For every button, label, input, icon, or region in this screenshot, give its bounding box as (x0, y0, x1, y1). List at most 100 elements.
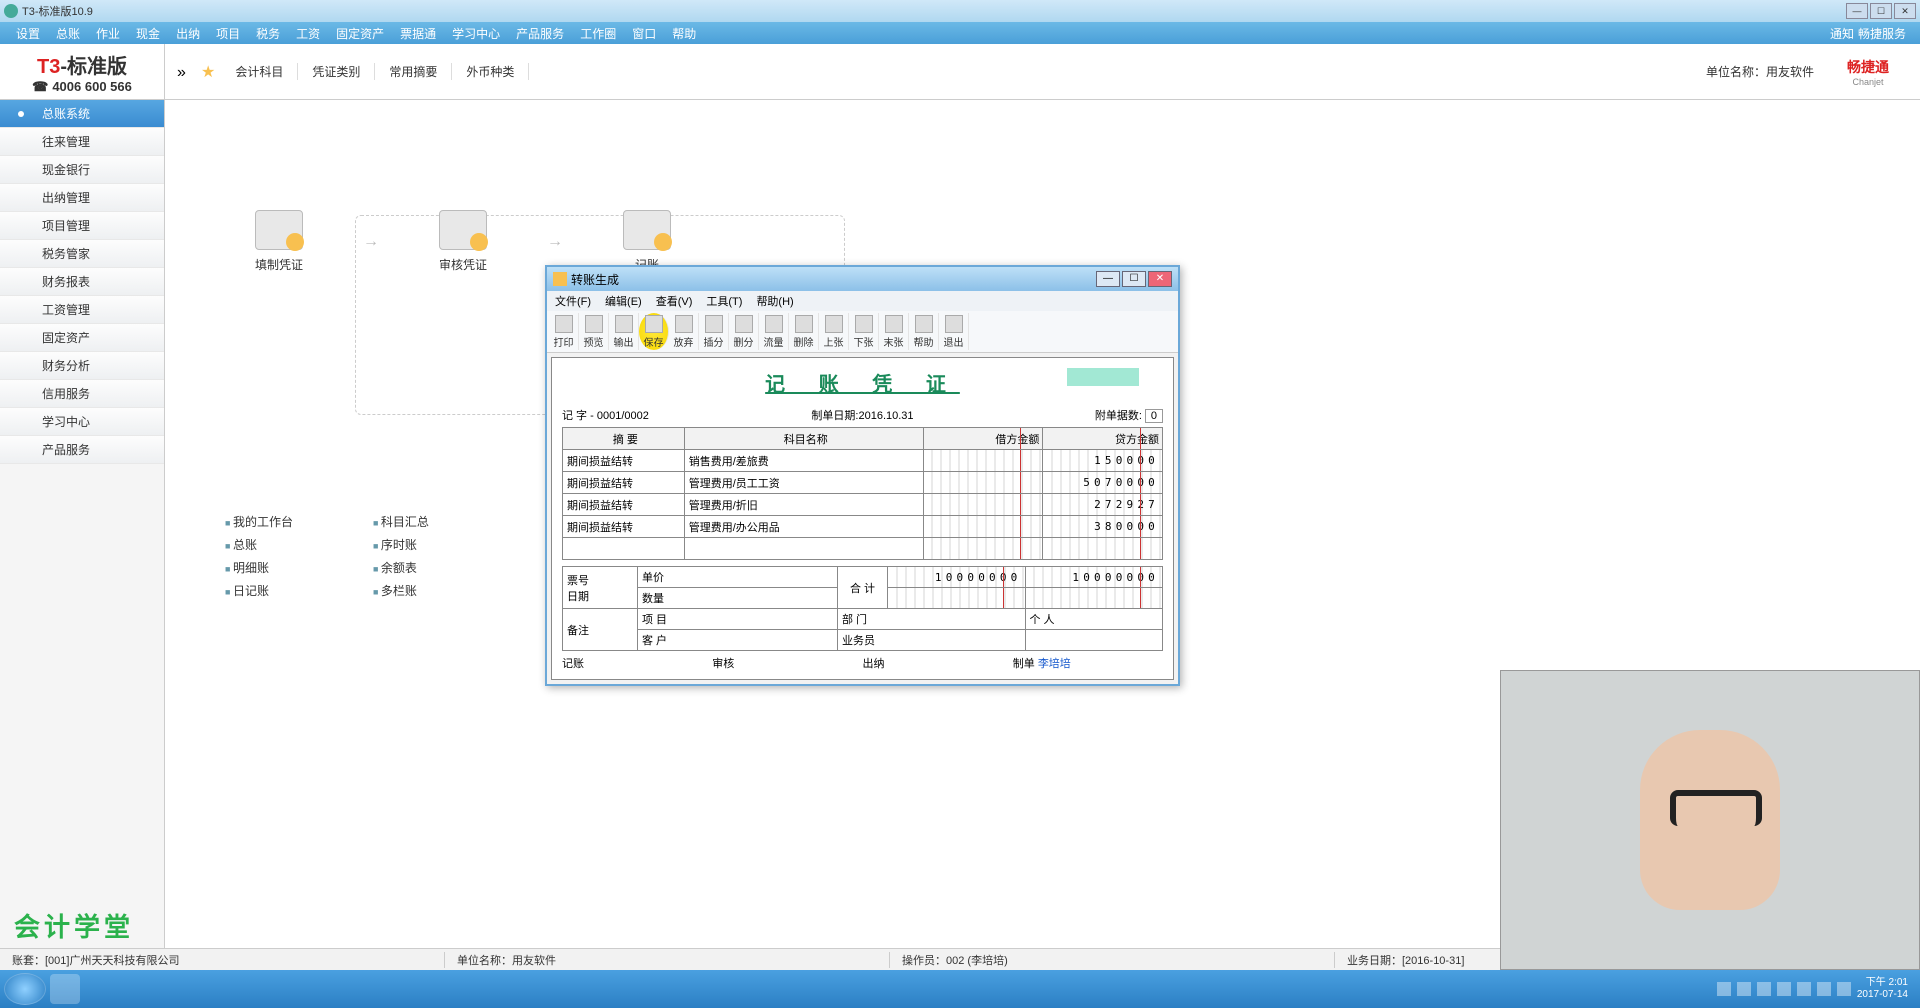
table-row[interactable]: 期间损益结转销售费用/差旅费150000 (563, 450, 1163, 472)
sidebar-item-general-ledger[interactable]: 总账系统 (0, 100, 164, 128)
tray-icon[interactable] (1797, 982, 1811, 996)
sidebar-item[interactable]: 现金银行 (0, 156, 164, 184)
undo-icon (675, 315, 693, 333)
menu-item[interactable]: 窗口 (624, 25, 664, 42)
menu-item[interactable]: 总账 (48, 25, 88, 42)
table-row[interactable]: 期间损益结转管理费用/办公用品380000 (563, 516, 1163, 538)
table-row[interactable] (563, 538, 1163, 560)
dialog-menu-item[interactable]: 查看(V) (656, 293, 693, 309)
menu-item[interactable]: 固定资产 (328, 25, 392, 42)
save-button[interactable]: 保存 (639, 313, 669, 350)
dialog-close-button[interactable]: ✕ (1148, 271, 1172, 287)
start-button[interactable] (4, 973, 46, 1005)
next-button[interactable]: 下张 (849, 313, 879, 350)
brand-logo: 畅捷通 Chanjet (1828, 57, 1908, 87)
menu-item[interactable]: 票据通 (392, 25, 444, 42)
sidebar-item[interactable]: 学习中心 (0, 408, 164, 436)
menu-item[interactable]: 工作圈 (572, 25, 624, 42)
maximize-button[interactable]: ☐ (1870, 3, 1892, 19)
last-button[interactable]: 末张 (879, 313, 909, 350)
sidebar-item[interactable]: 项目管理 (0, 212, 164, 240)
ticket-label: 票号 (567, 575, 589, 587)
menu-item[interactable]: 帮助 (664, 25, 704, 42)
tray-icon[interactable] (1737, 982, 1751, 996)
tab-item[interactable]: 凭证类别 (298, 63, 375, 80)
menu-item[interactable]: 设置 (8, 25, 48, 42)
star-icon[interactable]: ★ (201, 62, 215, 82)
help-button[interactable]: 帮助 (909, 313, 939, 350)
insert-row-button[interactable]: 插分 (699, 313, 729, 350)
voucher-date: 2016.10.31 (858, 410, 913, 422)
notice-link[interactable]: 通知 (1830, 25, 1854, 42)
dialog-titlebar[interactable]: 转账生成 — ☐ ✕ (547, 267, 1178, 291)
sidebar-item[interactable]: 工资管理 (0, 296, 164, 324)
link-item[interactable]: 科目汇总 (373, 510, 429, 533)
sidebar-item[interactable]: 固定资产 (0, 324, 164, 352)
link-columns: 我的工作台 总账 明细账 日记账 科目汇总 序时账 余额表 多栏账 (225, 510, 429, 602)
link-item[interactable]: 日记账 (225, 579, 293, 602)
table-row[interactable]: 期间损益结转管理费用/员工工资5070000 (563, 472, 1163, 494)
attach-count-input[interactable] (1145, 409, 1163, 423)
sidebar-item[interactable]: 出纳管理 (0, 184, 164, 212)
sig-book: 记账 (562, 655, 712, 671)
menu-item[interactable]: 作业 (88, 25, 128, 42)
tray-icon[interactable] (1757, 982, 1771, 996)
delete-button[interactable]: 删除 (789, 313, 819, 350)
link-item[interactable]: 序时账 (373, 533, 429, 556)
taskbar-app-icon[interactable] (50, 974, 80, 1004)
favorites-icon[interactable]: » (177, 64, 193, 80)
delete-row-button[interactable]: 删分 (729, 313, 759, 350)
flow-book[interactable]: 记账 (623, 210, 671, 273)
exit-button[interactable]: 退出 (939, 313, 969, 350)
tab-item[interactable]: 外币种类 (452, 63, 529, 80)
dialog-menu-item[interactable]: 工具(T) (706, 293, 742, 309)
menubar-right: 通知 畅捷服务 (1824, 25, 1912, 42)
menu-item[interactable]: 现金 (128, 25, 168, 42)
link-item[interactable]: 余额表 (373, 556, 429, 579)
export-button[interactable]: 输出 (609, 313, 639, 350)
cancel-button[interactable]: 放弃 (669, 313, 699, 350)
menu-item[interactable]: 税务 (248, 25, 288, 42)
dialog-menu-item[interactable]: 编辑(E) (605, 293, 642, 309)
qty-label: 数量 (642, 593, 664, 605)
tab-item[interactable]: 会计科目 (221, 63, 298, 80)
menu-item[interactable]: 学习中心 (444, 25, 508, 42)
link-item[interactable]: 总账 (225, 533, 293, 556)
preview-button[interactable]: 预览 (579, 313, 609, 350)
menu-item[interactable]: 工资 (288, 25, 328, 42)
menu-item[interactable]: 产品服务 (508, 25, 572, 42)
app-titlebar: T3-标准版10.9 — ☐ ✕ (0, 0, 1920, 22)
tray-icon[interactable] (1717, 982, 1731, 996)
dialog-maximize-button[interactable]: ☐ (1122, 271, 1146, 287)
sidebar-item[interactable]: 税务管家 (0, 240, 164, 268)
link-item[interactable]: 明细账 (225, 556, 293, 579)
sidebar-item[interactable]: 财务分析 (0, 352, 164, 380)
flow-create-voucher[interactable]: 填制凭证 (255, 210, 303, 273)
print-button[interactable]: 打印 (549, 313, 579, 350)
sidebar-item[interactable]: 产品服务 (0, 436, 164, 464)
table-row[interactable]: 期间损益结转管理费用/折旧272927 (563, 494, 1163, 516)
flow-button[interactable]: 流量 (759, 313, 789, 350)
dialog-minimize-button[interactable]: — (1096, 271, 1120, 287)
taskbar-clock[interactable]: 下午 2:01 2017-07-14 (1857, 977, 1908, 1001)
tray-icon[interactable] (1837, 982, 1851, 996)
dialog-menu-item[interactable]: 文件(F) (555, 293, 591, 309)
close-button[interactable]: ✕ (1894, 3, 1916, 19)
menu-item[interactable]: 出纳 (168, 25, 208, 42)
minimize-button[interactable]: — (1846, 3, 1868, 19)
tray-icon[interactable] (1777, 982, 1791, 996)
sidebar-item[interactable]: 往来管理 (0, 128, 164, 156)
menu-item[interactable]: 项目 (208, 25, 248, 42)
link-item[interactable]: 我的工作台 (225, 510, 293, 533)
tray-icon[interactable] (1817, 982, 1831, 996)
sidebar-item[interactable]: 财务报表 (0, 268, 164, 296)
sidebar-item[interactable]: 信用服务 (0, 380, 164, 408)
prev-button[interactable]: 上张 (819, 313, 849, 350)
taskbar: 下午 2:01 2017-07-14 (0, 970, 1920, 1008)
service-link[interactable]: 畅捷服务 (1858, 25, 1906, 42)
preview-icon (585, 315, 603, 333)
flow-audit-voucher[interactable]: 审核凭证 (439, 210, 487, 273)
link-item[interactable]: 多栏账 (373, 579, 429, 602)
dialog-menu-item[interactable]: 帮助(H) (756, 293, 793, 309)
tab-item[interactable]: 常用摘要 (375, 63, 452, 80)
